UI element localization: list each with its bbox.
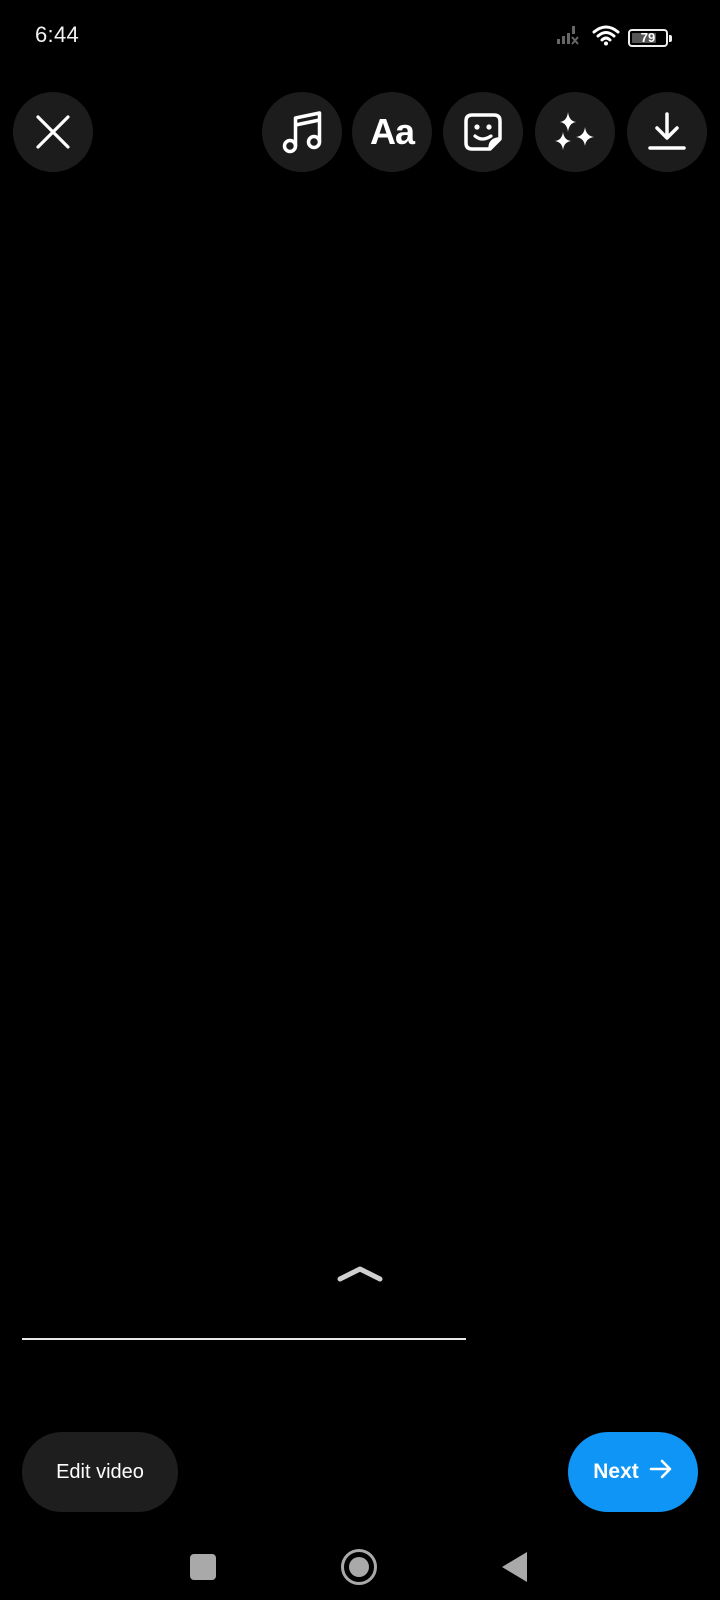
home-icon: [349, 1557, 369, 1577]
recents-button[interactable]: [190, 1554, 216, 1580]
music-button[interactable]: [262, 92, 342, 172]
text-button[interactable]: Aa: [352, 92, 432, 172]
swipe-up-hint[interactable]: [336, 1264, 384, 1284]
sticker-icon: [462, 111, 504, 153]
download-button[interactable]: [627, 92, 707, 172]
status-icons: 79: [556, 24, 672, 51]
timeline-scrubber[interactable]: [22, 1338, 466, 1340]
effects-button[interactable]: [535, 92, 615, 172]
wifi-icon: [592, 24, 620, 51]
arrow-right-icon: [649, 1459, 673, 1485]
close-button[interactable]: [13, 92, 93, 172]
sticker-button[interactable]: [443, 92, 523, 172]
back-button[interactable]: [502, 1552, 527, 1582]
status-time: 6:44: [35, 22, 80, 47]
next-button[interactable]: Next: [568, 1432, 698, 1512]
next-label: Next: [593, 1460, 639, 1483]
signal-no-service-icon: [556, 25, 584, 50]
close-icon: [35, 114, 71, 150]
system-nav-bar: [0, 1530, 720, 1600]
battery-level: 79: [640, 30, 656, 45]
battery-icon: 79: [628, 28, 672, 47]
download-icon: [647, 111, 687, 153]
sparkles-icon: [552, 110, 598, 154]
music-note-icon: [281, 110, 323, 154]
chevron-up-icon: [336, 1266, 384, 1288]
status-bar: 6:44 79: [0, 0, 720, 72]
edit-video-button[interactable]: Edit video: [22, 1432, 178, 1512]
battery-tip: [669, 34, 672, 42]
text-icon: Aa: [369, 111, 415, 152]
edit-video-label: Edit video: [56, 1460, 144, 1483]
home-button[interactable]: [341, 1549, 377, 1585]
